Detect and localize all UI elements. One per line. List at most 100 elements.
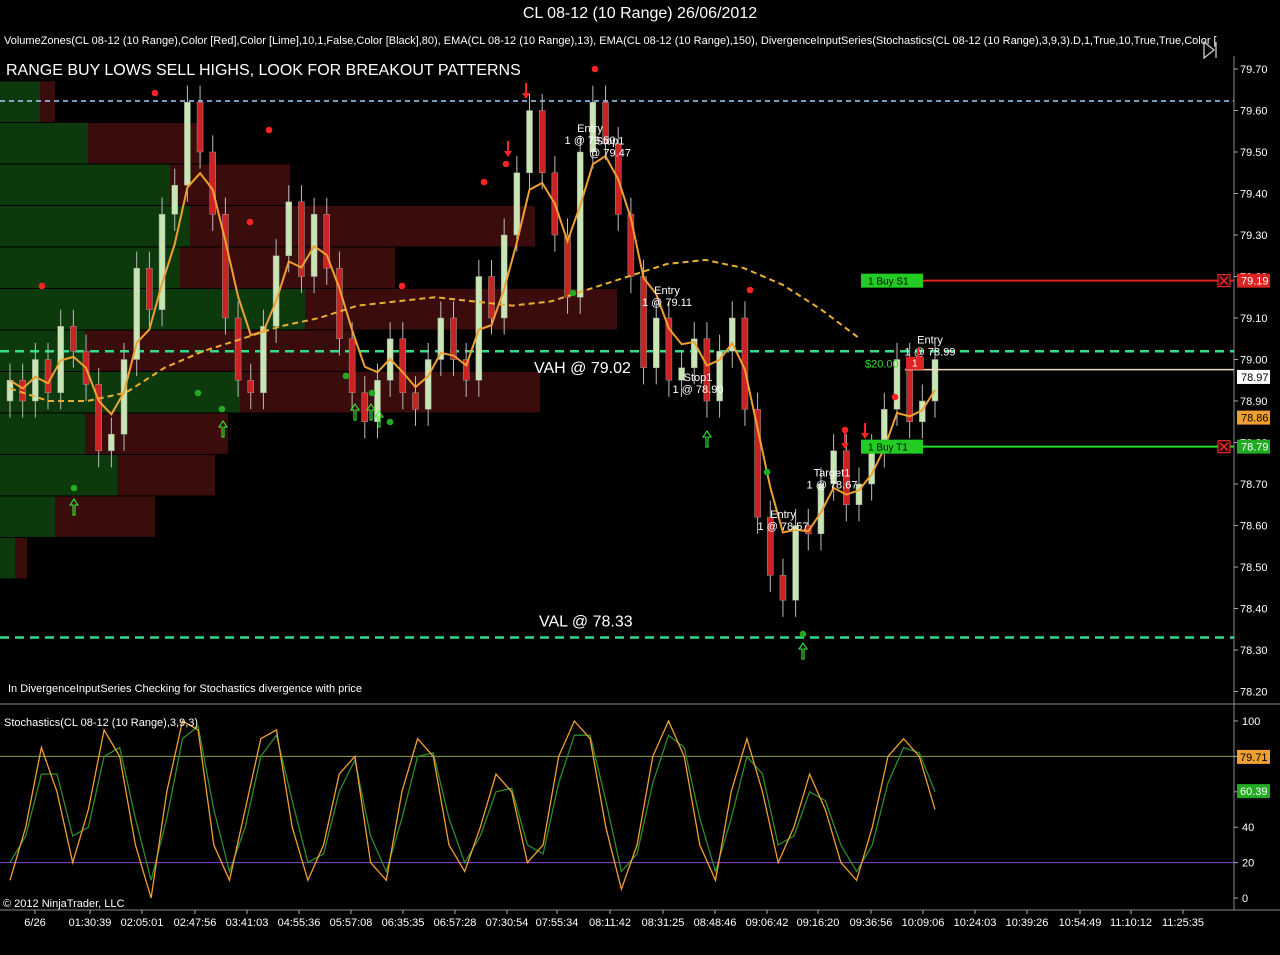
trade-marker-detail: @ 79.47 <box>589 147 631 159</box>
price-tick-label: 79.10 <box>1240 313 1268 325</box>
divergence-dot <box>799 630 807 638</box>
trade-marker-name: Entry <box>917 335 943 347</box>
candle-down <box>399 338 407 393</box>
price-tick-label: 78.40 <box>1240 604 1268 616</box>
time-tick-label: 09:06:42 <box>746 917 789 929</box>
time-tick-label: 6/26 <box>24 917 45 929</box>
price-tick-label: 78.60 <box>1240 521 1268 533</box>
time-tick-label: 02:47:56 <box>174 917 217 929</box>
volume-zone-buy <box>0 496 55 537</box>
candle-down <box>361 392 369 423</box>
time-tick-label: 10:09:06 <box>902 917 945 929</box>
price-tick-label: 79.70 <box>1240 64 1268 76</box>
candle-up <box>158 214 166 310</box>
divergence-dot <box>368 389 376 397</box>
time-tick-label: 09:36:56 <box>850 917 893 929</box>
trade-marker-name: Target1 <box>814 467 851 479</box>
volume-zone-sell <box>190 205 535 247</box>
time-tick-label: 10:39:26 <box>1006 917 1049 929</box>
candle-down <box>538 110 546 173</box>
time-tick-label: 11:25:35 <box>1162 917 1204 929</box>
candle-down <box>412 392 419 410</box>
divergence-dot <box>480 178 488 186</box>
candle-down <box>640 276 647 369</box>
divergence-dot <box>891 393 899 401</box>
stochastics-title: Stochastics(CL 08-12 (10 Range),3,9,3) <box>4 717 198 729</box>
divergence-dot <box>265 126 273 134</box>
divergence-dot <box>151 89 159 97</box>
vah-label: VAH @ 79.02 <box>534 360 631 377</box>
candle-down <box>70 326 77 352</box>
divergence-dot <box>398 282 406 290</box>
time-tick-label: 05:57:08 <box>330 917 373 929</box>
volume-zone-sell <box>117 454 215 496</box>
time-tick-label: 08:31:25 <box>642 917 685 929</box>
stoch-tick-label: 40 <box>1242 822 1254 834</box>
candle-down <box>336 267 343 340</box>
trade-marker-detail: 1 @ 78.57 <box>758 521 809 533</box>
divergence-dot <box>746 286 754 294</box>
order-label: 1 Buy S1 <box>868 277 909 288</box>
divergence-dot <box>38 282 46 290</box>
divergence-dot <box>194 389 202 397</box>
price-tick-label: 79.50 <box>1240 147 1268 159</box>
candle-down <box>450 317 457 360</box>
candle-up <box>374 380 381 422</box>
time-tick-label: 03:41:03 <box>226 917 269 929</box>
candle-down <box>146 267 153 310</box>
volume-zone-buy <box>0 537 15 579</box>
val-label: VAL @ 78.33 <box>539 614 633 631</box>
candle-down <box>564 234 571 298</box>
stoch-value-label: 79.71 <box>1240 752 1268 764</box>
time-tick-label: 07:55:34 <box>536 917 579 929</box>
status-text: In DivergenceInputSeries Checking for St… <box>8 683 362 695</box>
time-tick-label: 07:30:54 <box>486 917 529 929</box>
time-tick-label: 01:30:39 <box>69 917 112 929</box>
candle-up <box>6 380 14 402</box>
trade-marker: Target11 @ 78.67 <box>807 467 858 491</box>
time-tick-label: 11:10:12 <box>1110 917 1152 929</box>
trade-marker-name: Entry <box>654 285 680 297</box>
time-tick-label: 06:35:35 <box>382 917 425 929</box>
candle-down <box>247 380 255 393</box>
divergence-dot <box>342 372 350 380</box>
trade-marker-name: Stop1 <box>596 135 625 147</box>
stoch-tick-label: 20 <box>1242 858 1254 870</box>
divergence-dot <box>591 65 599 73</box>
candle-up <box>652 317 660 369</box>
candle-down <box>779 575 787 601</box>
candle-down <box>19 380 26 402</box>
time-tick-label: 08:48:46 <box>694 917 737 929</box>
price-tag-label: 79.19 <box>1241 276 1269 288</box>
stoch-value-label: 60.39 <box>1240 786 1268 798</box>
trade-marker-name: Stop1 <box>684 372 713 384</box>
candle-up <box>260 326 267 393</box>
price-tag-label: 78.79 <box>1241 442 1269 454</box>
volume-zone-sell <box>15 537 27 579</box>
indicator-description: VolumeZones(CL 08-12 (10 Range),Color [R… <box>4 35 1217 47</box>
time-tick-label: 10:54:49 <box>1059 917 1102 929</box>
divergence-dot <box>502 160 510 168</box>
position-qty: 1 <box>912 359 918 370</box>
divergence-dot <box>70 484 78 492</box>
trade-marker-detail: 1 @ 78.67 <box>807 479 858 491</box>
divergence-dot <box>218 405 226 413</box>
candle-up <box>513 172 521 236</box>
volume-zone-buy <box>0 247 180 288</box>
price-tick-label: 78.50 <box>1240 562 1268 574</box>
candle-up <box>108 433 115 452</box>
divergence-dot <box>246 218 254 226</box>
window-title: CL 08-12 (10 Range) 26/06/2012 <box>0 0 1280 28</box>
candle-up <box>272 255 280 327</box>
price-tick-label: 79.30 <box>1240 230 1268 242</box>
candle-down <box>348 338 356 393</box>
chart-note: RANGE BUY LOWS SELL HIGHS, LOOK FOR BREA… <box>6 62 521 79</box>
candle-down <box>44 359 52 393</box>
stoch-tick-label: 0 <box>1242 893 1248 905</box>
volume-zone-buy <box>0 454 117 496</box>
volume-zone-buy <box>0 164 170 205</box>
chart-canvas[interactable]: 79.7079.6079.5079.4079.3079.2079.1079.00… <box>0 28 1280 955</box>
candle-up <box>184 101 191 186</box>
candle-up <box>32 359 39 402</box>
time-tick-label: 09:16:20 <box>797 917 840 929</box>
